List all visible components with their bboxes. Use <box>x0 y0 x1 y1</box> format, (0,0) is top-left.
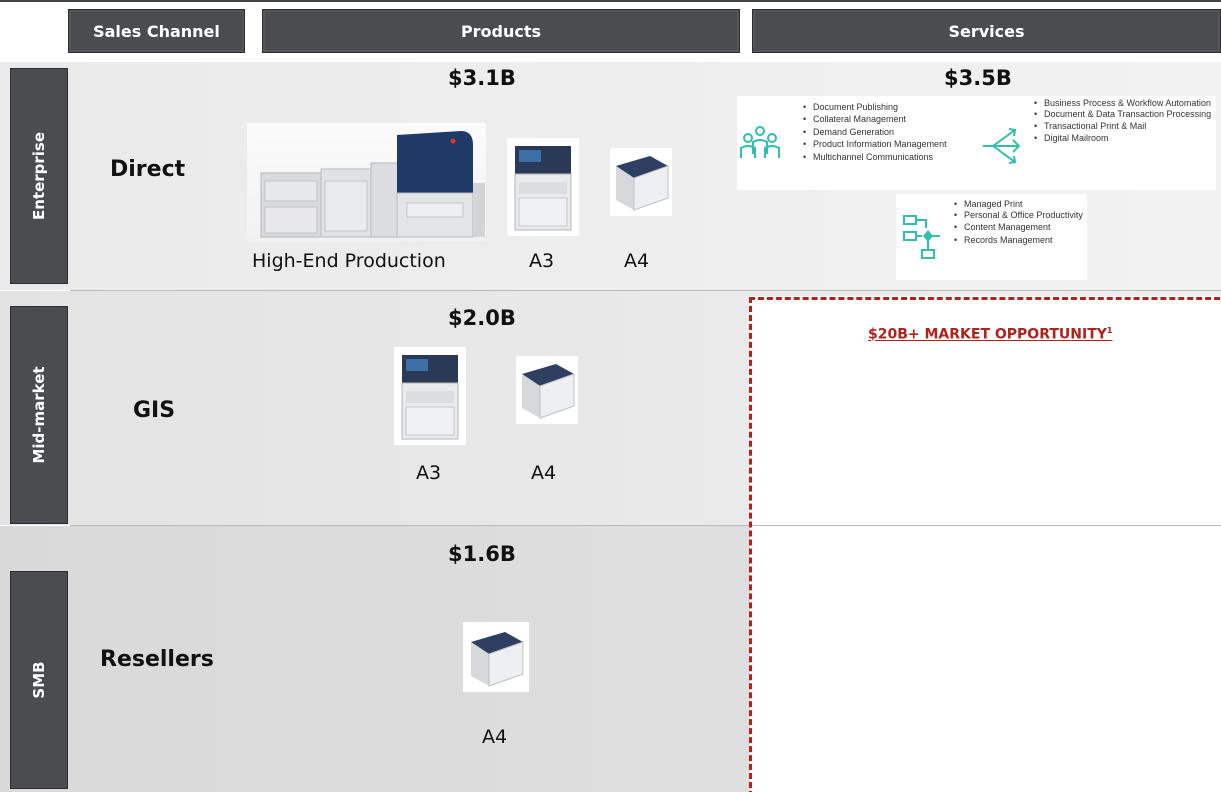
segment-smb: SMB <box>10 571 68 789</box>
list-item: Document & Data Transaction Processing <box>1032 109 1216 119</box>
product-label-a4: A4 <box>624 250 650 272</box>
segment-enterprise: Enterprise <box>10 68 68 284</box>
list-item: Collateral Management <box>801 113 947 126</box>
header-sales-channel: Sales Channel <box>68 9 245 53</box>
product-label-a3: A3 <box>529 250 555 272</box>
list-item: Content Management <box>952 221 1084 234</box>
channel-direct: Direct <box>110 157 186 182</box>
market-opportunity-label: $20B+ MARKET OPPORTUNITY1 <box>868 326 1113 343</box>
services-list-process: Business Process & Workflow Automation D… <box>1032 98 1216 145</box>
list-item: Product Information Management <box>801 138 947 151</box>
products-amount-smb: $1.6B <box>448 542 516 566</box>
list-item: Digital Mailroom <box>1032 132 1216 145</box>
segment-mid-market: Mid-market <box>10 306 68 524</box>
workflow-diagram-icon <box>903 215 940 259</box>
product-label-a4: A4 <box>531 462 557 484</box>
list-item: Managed Print <box>952 198 1084 211</box>
opportunity-dashed-border <box>749 297 1221 792</box>
a4-printer-icon <box>516 356 578 424</box>
split-arrows-icon <box>983 128 1021 164</box>
top-border <box>0 0 1221 2</box>
divider <box>70 290 1221 291</box>
products-amount-mid-market: $2.0B <box>448 306 516 330</box>
list-item: Business Process & Workflow Automation <box>1032 98 1216 108</box>
product-label-a4: A4 <box>482 726 508 748</box>
services-list-marketing: Document Publishing Collateral Managemen… <box>801 101 947 163</box>
list-item: Document Publishing <box>801 101 947 114</box>
services-panel-top: Document Publishing Collateral Managemen… <box>737 96 1216 190</box>
list-item: Personal & Office Productivity <box>952 210 1084 220</box>
list-item: Records Management <box>952 234 1084 247</box>
list-item: Transactional Print & Mail <box>1032 120 1216 133</box>
products-amount-enterprise: $3.1B <box>448 66 516 90</box>
list-item: Multichannel Communications <box>801 151 947 164</box>
a4-printer-icon <box>610 148 672 216</box>
list-item: Demand Generation <box>801 126 947 139</box>
channel-gis: GIS <box>133 398 176 423</box>
product-label-high-end: High-End Production <box>252 250 446 272</box>
people-group-icon <box>740 126 780 158</box>
channel-resellers: Resellers <box>100 647 214 672</box>
services-list-office: Managed Print Personal & Office Producti… <box>952 198 1084 247</box>
services-panel-bottom: Managed Print Personal & Office Producti… <box>896 194 1087 280</box>
header-services: Services <box>752 9 1221 53</box>
header-products: Products <box>262 9 740 53</box>
a3-mfp-icon <box>394 347 466 445</box>
a3-mfp-icon <box>507 138 579 236</box>
a4-printer-icon <box>463 622 529 692</box>
product-label-a3: A3 <box>416 462 442 484</box>
services-amount-enterprise: $3.5B <box>944 66 1012 90</box>
production-printer-icon <box>247 123 486 241</box>
